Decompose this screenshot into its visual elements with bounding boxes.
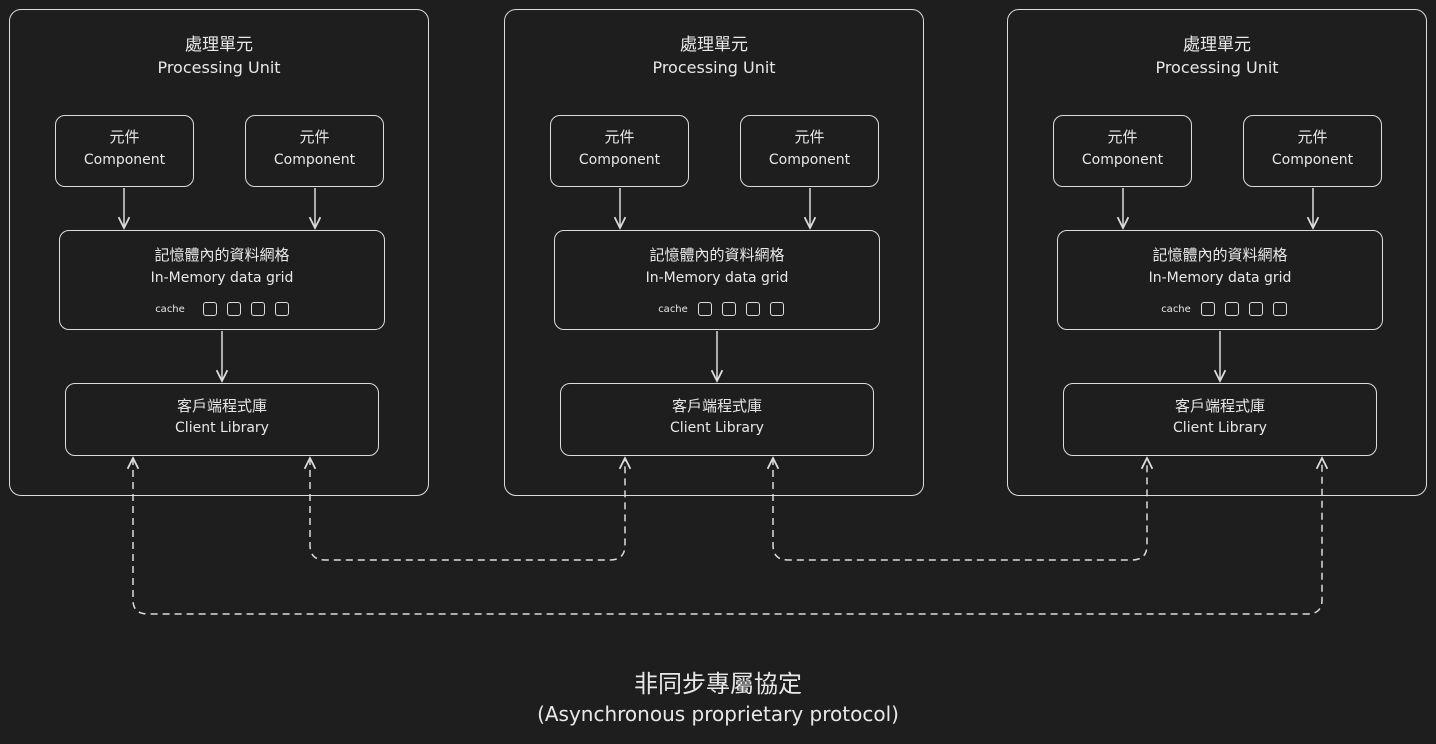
connectors xyxy=(0,188,1436,615)
protocol-link-unit1-unit2 xyxy=(310,458,625,561)
protocol-link-unit2-unit3 xyxy=(773,458,1147,561)
protocol-link-unit1-unit3 xyxy=(133,458,1322,615)
protocol-title-en: (Asynchronous proprietary protocol) xyxy=(537,702,899,726)
protocol-title-zh: 非同步專屬協定 xyxy=(634,670,802,698)
